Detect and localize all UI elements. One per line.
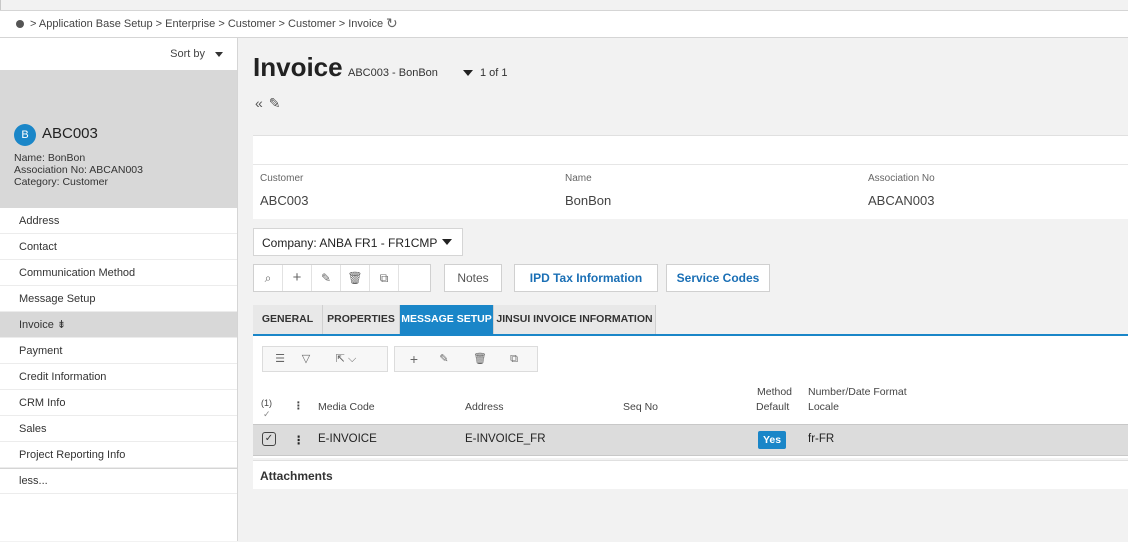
column-media-code[interactable]: Media Code [318, 401, 375, 413]
record-category: Category: Customer [14, 176, 108, 188]
notes-button[interactable]: Notes [444, 264, 502, 292]
row-count: (1) [261, 398, 272, 408]
nav-item-address[interactable]: Address [0, 208, 237, 234]
sort-bar: Sort by [0, 38, 237, 70]
record-association: Association No: ABCAN003 [14, 164, 143, 176]
refresh-icon[interactable]: ↻ [386, 15, 398, 32]
record-name: Name: BonBon [14, 152, 86, 164]
tab-properties[interactable]: PROPERTIES [323, 305, 400, 334]
add-row-icon[interactable]: + [401, 347, 427, 371]
cell-address: E-INVOICE_FR [465, 433, 546, 445]
attachments-section[interactable]: Attachments [253, 460, 1128, 489]
avatar: B [14, 124, 36, 146]
nav-item-payment[interactable]: Payment [0, 338, 237, 364]
breadcrumb-bar: > Application Base Setup > Enterprise > … [0, 10, 1128, 38]
table-row[interactable]: ✓ ⋮ E-INVOICE E-INVOICE_FR Yes fr-FR [253, 424, 1128, 456]
service-codes-button[interactable]: Service Codes [666, 264, 770, 292]
cell-media-code: E-INVOICE [318, 433, 377, 445]
company-selector-label: Company: ANBA FR1 - FR1CMP [262, 236, 438, 250]
navigator-list: Address Contact Communication Method Mes… [0, 208, 237, 494]
nav-item-sales[interactable]: Sales [0, 416, 237, 442]
record-count: 1 of 1 [480, 67, 508, 79]
duplicate-row-icon[interactable]: ⧉ [501, 347, 527, 371]
column-seq-no[interactable]: Seq No [623, 401, 658, 413]
tab-general[interactable]: GENERAL [253, 305, 323, 334]
select-all-check-icon[interactable]: ✓ [263, 409, 271, 420]
method-default-badge: Yes [758, 431, 786, 449]
page-title: Invoice [253, 52, 343, 82]
record-card[interactable]: B ABC003 Name: BonBon Association No: AB… [0, 70, 237, 208]
attachments-label: Attachments [260, 469, 333, 483]
collapse-icon[interactable]: « [255, 95, 269, 111]
duplicate-icon[interactable]: ⧉ [370, 265, 399, 291]
filter-icon[interactable]: ▽ [293, 347, 319, 371]
nav-item-contact[interactable]: Contact [0, 234, 237, 260]
tab-message-setup[interactable]: MESSAGE SETUP [400, 305, 494, 334]
nav-item-credit-information[interactable]: Credit Information [0, 364, 237, 390]
association-label: Association No [868, 173, 935, 184]
grid-edit-toolbar: + ✎ 🗑 ⧉ [394, 346, 538, 372]
add-icon[interactable]: + [283, 265, 312, 291]
column-method-default-line1[interactable]: Method [757, 386, 792, 398]
header-panel-bar [253, 135, 1128, 164]
header-panel: Customer ABC003 Name BonBon Association … [253, 164, 1128, 219]
name-label: Name [565, 173, 592, 184]
column-method-default-line2[interactable]: Default [756, 401, 789, 413]
search-icon[interactable]: ⌕ [254, 265, 283, 291]
record-navigator: Sort by B ABC003 Name: BonBon Associatio… [0, 38, 238, 541]
attachment-icon[interactable]: ✎ [269, 95, 287, 111]
cell-locale: fr-FR [808, 433, 835, 445]
navigator-footer [0, 468, 237, 542]
caret-down-icon [442, 239, 452, 245]
nav-item-project-reporting-info[interactable]: Project Reporting Info [0, 442, 237, 468]
list-view-icon[interactable]: ☰ [267, 347, 293, 371]
breadcrumb[interactable]: > Application Base Setup > Enterprise > … [30, 18, 383, 30]
ipd-tax-information-button[interactable]: IPD Tax Information [514, 264, 658, 292]
delete-icon[interactable]: 🗑 [341, 265, 370, 291]
column-format-line1[interactable]: Number/Date Format [808, 386, 907, 398]
customer-value: ABC003 [260, 193, 309, 208]
home-dot-icon[interactable] [16, 20, 24, 28]
nav-item-message-setup[interactable]: Message Setup [0, 286, 237, 312]
message-setup-grid: ☰ ▽ ⇱ ⌵ + ✎ 🗑 ⧉ (1) ✓ ⋮ Media Code Addre… [253, 334, 1128, 458]
export-icon[interactable]: ⇱ ⌵ [321, 347, 371, 371]
customer-label: Customer [260, 173, 304, 184]
nav-item-invoice[interactable]: Invoice ⇟ [0, 312, 237, 338]
record-id: ABC003 [42, 125, 98, 142]
name-value: BonBon [565, 193, 612, 208]
grid-view-toolbar: ☰ ▽ ⇱ ⌵ [262, 346, 388, 372]
column-options-icon[interactable]: ⋮ [293, 400, 304, 412]
edit-icon[interactable]: ✎ [312, 265, 341, 291]
delete-row-icon[interactable]: 🗑 [467, 347, 493, 371]
row-options-icon[interactable]: ⋮ [293, 433, 305, 447]
tab-jinsui-invoice-information[interactable]: JINSUI INVOICE INFORMATION [494, 305, 656, 334]
chevron-down-icon[interactable] [215, 52, 223, 57]
row-checkbox[interactable]: ✓ [262, 432, 276, 446]
sort-by-button[interactable]: Sort by [170, 48, 205, 60]
association-value: ABCAN003 [868, 193, 935, 208]
record-toolbar: ⌕ + ✎ 🗑 ⧉ [253, 264, 431, 292]
caret-down-icon[interactable] [463, 70, 473, 76]
header-icons: «✎ [255, 95, 287, 112]
company-selector[interactable]: Company: ANBA FR1 - FR1CMP [253, 228, 463, 256]
nav-item-crm-info[interactable]: CRM Info [0, 390, 237, 416]
column-address[interactable]: Address [465, 401, 504, 413]
column-format-line2[interactable]: Locale [808, 401, 839, 413]
record-selector[interactable]: ABC003 - BonBon [348, 67, 438, 79]
edit-row-icon[interactable]: ✎ [431, 347, 457, 371]
nav-item-communication-method[interactable]: Communication Method [0, 260, 237, 286]
